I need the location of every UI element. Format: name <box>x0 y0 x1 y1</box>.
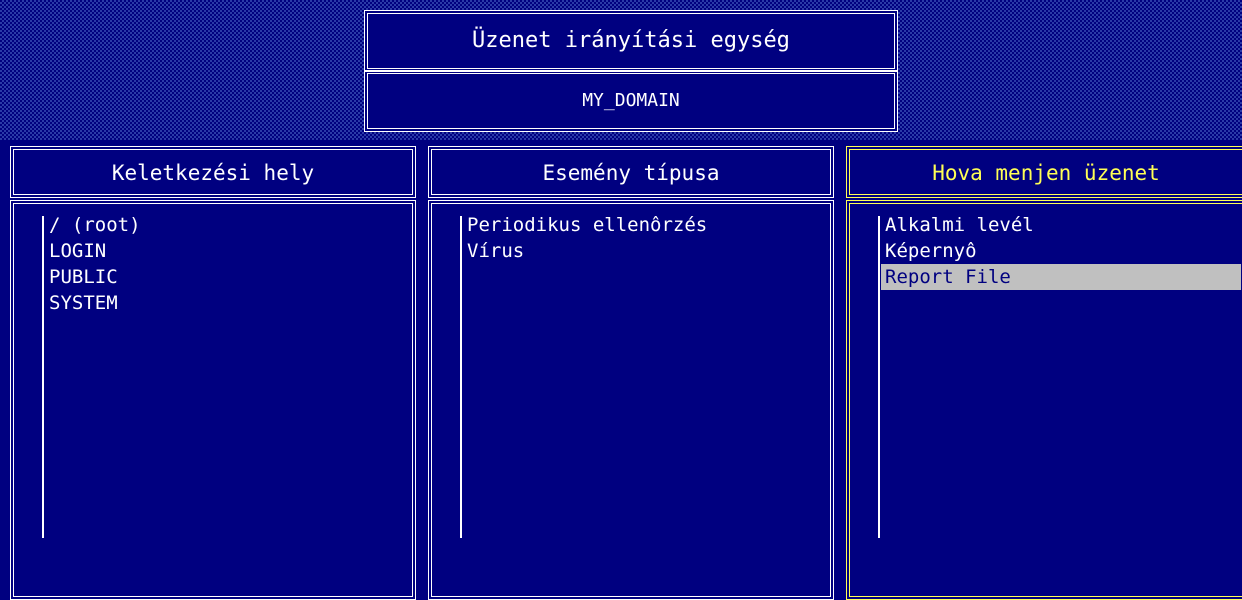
list-item-periodic-check[interactable]: Periodikus ellenôrzés <box>463 212 827 238</box>
list-guide-line <box>878 216 880 538</box>
list-item-root[interactable]: / (root) <box>45 212 409 238</box>
header-box: Üzenet irányítási egység MY_DOMAIN <box>364 10 898 132</box>
destination-panel: Hova menjen üzenet Alkalmi levél Képerny… <box>846 146 1242 600</box>
list-item-screen[interactable]: Képernyô <box>881 238 1241 264</box>
list-item-virus[interactable]: Vírus <box>463 238 827 264</box>
destination-list-box: Alkalmi levél Képernyô Report File <box>846 200 1242 600</box>
list-item-login[interactable]: LOGIN <box>45 238 409 264</box>
origin-list-box: / (root) LOGIN PUBLIC SYSTEM <box>10 200 416 600</box>
list-item-public[interactable]: PUBLIC <box>45 264 409 290</box>
list-guide-line <box>460 216 462 538</box>
origin-panel-title: Keletkezési hely <box>10 146 416 198</box>
event-type-list[interactable]: Periodikus ellenôrzés Vírus <box>463 212 827 264</box>
destination-panel-title: Hova menjen üzenet <box>846 146 1242 198</box>
event-type-panel: Esemény típusa Periodikus ellenôrzés Vír… <box>428 146 834 600</box>
domain-name: MY_DOMAIN <box>364 70 898 132</box>
event-type-panel-title: Esemény típusa <box>428 146 834 198</box>
event-type-list-box: Periodikus ellenôrzés Vírus <box>428 200 834 600</box>
list-guide-line <box>42 216 44 538</box>
list-item-system[interactable]: SYSTEM <box>45 290 409 316</box>
list-item-occasional-mail[interactable]: Alkalmi levél <box>881 212 1241 238</box>
app-title: Üzenet irányítási egység <box>364 10 898 72</box>
origin-list[interactable]: / (root) LOGIN PUBLIC SYSTEM <box>45 212 409 316</box>
origin-panel: Keletkezési hely / (root) LOGIN PUBLIC S… <box>10 146 416 600</box>
list-item-report-file[interactable]: Report File <box>881 264 1241 290</box>
destination-list[interactable]: Alkalmi levél Képernyô Report File <box>881 212 1241 290</box>
